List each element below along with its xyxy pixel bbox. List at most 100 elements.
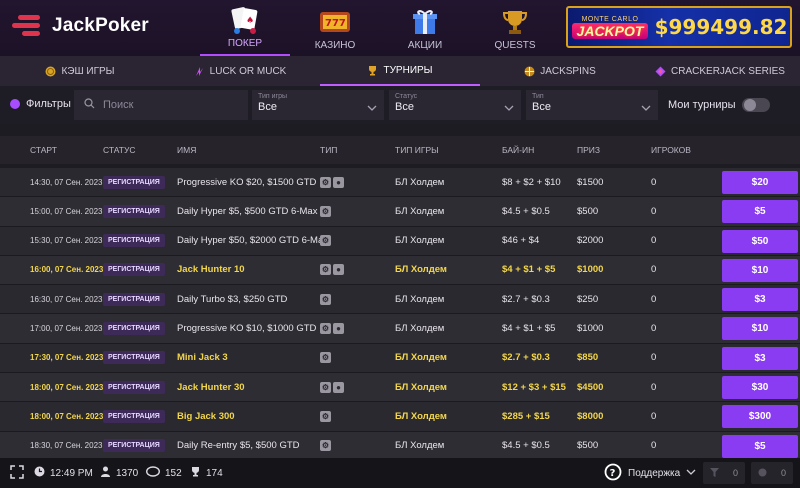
row-players: 0 [651,264,657,276]
nav-promotions[interactable]: АКЦИИ [380,0,470,56]
tab-crackerjack-series[interactable]: CRACKERJACK SERIES [640,56,800,86]
table-row[interactable]: 15:30, 07 Сен. 2023 РЕГИСТРАЦИЯ Daily Hype… [0,226,800,256]
row-name[interactable]: Mini Jack 3 [177,344,228,372]
row-name[interactable]: Daily Re-entry $5, $500 GTD [177,432,300,460]
table-row[interactable]: 16:30, 07 Сен. 2023 РЕГИСТРАЦИЯ Daily Turb… [0,285,800,315]
chevron-down-icon [504,100,514,111]
row-prize: $1000 [577,322,604,334]
table-row[interactable]: 16:00, 07 Сен. 2023 РЕГИСТРАЦИЯ Jack Hunte… [0,255,800,286]
fullscreen-icon[interactable] [10,465,24,479]
tournament-type-icon: ⚙ [320,176,331,188]
register-button[interactable]: $10 [722,317,798,341]
row-status: РЕГИСТРАЦИЯ [103,285,165,313]
status-badge: РЕГИСТРАЦИЯ [103,351,165,365]
row-name[interactable]: Daily Hyper $5, $500 GTD 6-Max [177,197,317,225]
spark-icon [194,66,205,77]
row-buyin: $285 + $15 [502,410,550,422]
support-button[interactable]: ? Поддержка [604,463,696,484]
table-row[interactable]: 18:30, 07 Сен. 2023 РЕГИСТРАЦИЯ Daily Re-e… [0,431,800,461]
row-game-type: БЛ Холдем [395,410,447,422]
column-game-type[interactable]: ТИП ИГРЫ [395,145,439,155]
tables-count: 152 [145,466,182,480]
row-players: 0 [651,176,657,188]
column-buyin[interactable]: БАЙ-ИН [502,145,534,155]
row-players: 0 [651,235,657,247]
game-type-select[interactable]: Тип игры Все [252,90,384,120]
tournament-type-icon: ⚙ [320,352,331,364]
search-box [74,90,248,120]
row-name[interactable]: Daily Hyper $50, $2000 GTD 6-Max [177,227,328,255]
column-prize[interactable]: ПРИЗ [577,145,600,155]
row-name[interactable]: Jack Hunter 30 [177,373,245,401]
tab-jackspins[interactable]: JACKSPINS [480,56,640,86]
row-name[interactable]: Progressive KO $20, $1500 GTD [177,168,316,196]
tournament-type-icon: ⚙ [320,293,331,305]
main-nav: ♠ ПОКЕР 777 КАЗИНО АКЦИИ QUESTS [200,0,560,56]
row-start: 18:00, 07 Сен. 2023 [30,411,104,421]
register-button[interactable]: $20 [722,171,798,194]
tournament-type-icon: ⚙ [320,381,331,393]
nav-casino[interactable]: 777 КАЗИНО [290,0,380,56]
type-select[interactable]: Тип Все [526,90,658,120]
spin-icon [524,66,535,77]
nav-poker[interactable]: ♠ ПОКЕР [200,0,290,56]
svg-text:777: 777 [325,18,346,29]
tab-cash-games[interactable]: КЭШ ИГРЫ [0,56,160,86]
column-start[interactable]: СТАРТ [30,145,57,155]
table-row[interactable]: 15:00, 07 Сен. 2023 РЕГИСТРАЦИЯ Daily Hype… [0,197,800,227]
table-row[interactable]: 18:00, 07 Сен. 2023 РЕГИСТРАЦИЯ Big Jack 3… [0,402,800,432]
register-button[interactable]: $5 [722,434,798,458]
filter-box-2[interactable]: 0 [751,462,793,484]
row-players: 0 [651,352,657,364]
row-buyin: $2.7 + $0.3 [502,352,550,364]
chevron-down-icon [641,100,651,111]
status-badge: РЕГИСТРАЦИЯ [103,204,165,218]
column-status[interactable]: СТАТУС [103,145,136,155]
row-name[interactable]: Jack Hunter 10 [177,256,245,284]
filters-button[interactable]: Фильтры [10,98,71,110]
column-name[interactable]: ИМЯ [177,145,196,155]
column-type[interactable]: ТИП [320,145,337,155]
tab-tournaments[interactable]: ТУРНИРЫ [320,56,480,86]
table-row[interactable]: 14:30, 07 Сен. 2023 РЕГИСТРАЦИЯ Progressiv… [0,168,800,198]
register-button[interactable]: $3 [722,346,798,370]
row-prize: $250 [577,293,599,305]
register-button[interactable]: $3 [722,288,798,312]
nav-quests[interactable]: QUESTS [470,0,560,56]
row-name[interactable]: Progressive KO $10, $1000 GTD [177,314,316,342]
row-start: 16:30, 07 Сен. 2023 [30,294,103,304]
row-players: 0 [651,440,657,452]
row-start: 18:00, 07 Сен. 2023 [30,382,104,392]
row-players: 0 [651,293,657,305]
row-name[interactable]: Daily Turbo $3, $250 GTD [177,285,287,313]
filter-box-1[interactable]: 0 [703,462,745,484]
column-players[interactable]: ИГРОКОВ [651,145,691,155]
table-row[interactable]: 17:30, 07 Сен. 2023 РЕГИСТРАЦИЯ Mini Jack … [0,343,800,374]
my-tournaments-toggle[interactable]: Мои турниры [668,98,770,112]
brand-logo[interactable]: JackPoker [10,10,149,42]
tournament-type-icon: ⚙ [320,322,331,334]
jackpot-banner[interactable]: MONTE CARLO JACKPOT $999499.82 [566,6,792,48]
jackpoker-logo-icon [10,12,44,40]
status-select[interactable]: Статус Все [389,90,521,120]
search-icon [84,96,95,114]
row-buyin: $8 + $2 + $10 [502,176,561,188]
coin-icon [45,66,56,77]
toggle-switch[interactable] [741,98,770,112]
register-button[interactable]: $10 [722,258,798,282]
support-label: Поддержка [628,468,681,479]
register-button[interactable]: $5 [722,200,798,224]
tab-luck-or-muck[interactable]: LUCK OR MUCK [160,56,320,86]
row-buyin: $4 + $1 + $5 [502,264,556,276]
row-name[interactable]: Big Jack 300 [177,402,235,430]
search-input[interactable] [103,99,233,111]
table-row[interactable]: 18:00, 07 Сен. 2023 РЕГИСТРАЦИЯ Jack Hunte… [0,373,800,403]
register-button[interactable]: $30 [722,376,798,400]
register-button[interactable]: $300 [722,405,798,429]
tournament-type-icon: ⚙ [320,205,331,217]
tab-jackspins-label: JACKSPINS [540,65,596,77]
table-row[interactable]: 17:00, 07 Сен. 2023 РЕГИСТРАЦИЯ Progressiv… [0,314,800,344]
row-type-icons: ⚙ [320,344,331,372]
row-game-type: БЛ Холдем [395,264,447,276]
register-button[interactable]: $50 [722,229,798,253]
